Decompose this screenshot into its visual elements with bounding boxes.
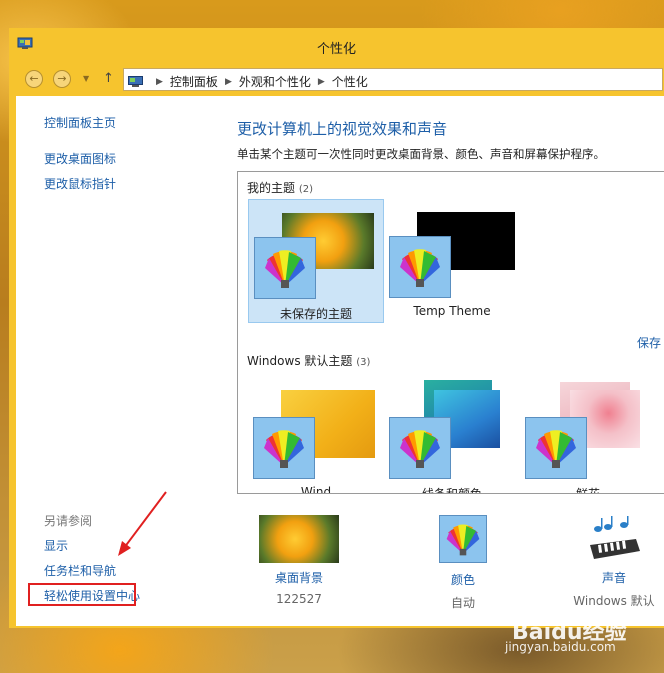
sound-value: Windows 默认: [573, 594, 655, 608]
color-palette-icon: [389, 417, 451, 479]
breadcrumb-item[interactable]: 个性化: [332, 73, 368, 90]
theme-name: 鲜花: [575, 487, 600, 494]
control-panel-icon: [128, 75, 143, 87]
title-bar[interactable]: 个性化: [9, 28, 664, 62]
color-value: 自动: [450, 596, 475, 610]
address-bar: ← → ▼ ↑ ▶ 控制面板 ▶ 外观和个性化 ▶ 个性化: [9, 62, 664, 96]
color-setting[interactable]: 颜色 自动: [403, 515, 523, 611]
save-theme-link[interactable]: 保存: [637, 334, 661, 351]
sidebar-link-display[interactable]: 显示: [44, 537, 68, 554]
forward-arrow-icon[interactable]: →: [53, 70, 71, 88]
desktop-background-label: 桌面背景: [274, 571, 323, 585]
sidebar-link-mouse-pointers[interactable]: 更改鼠标指针: [44, 175, 116, 192]
color-palette-icon: [525, 417, 587, 479]
theme-tile-temp[interactable]: Temp Theme: [384, 199, 520, 323]
recent-pages-dropdown-icon[interactable]: ▼: [83, 74, 89, 83]
breadcrumb-item[interactable]: 控制面板: [170, 73, 218, 90]
sound-setting[interactable]: 声音 Windows 默认: [554, 515, 664, 609]
color-palette-icon: [439, 515, 487, 563]
desktop-background-thumbnail: [259, 515, 339, 563]
theme-name: 线条和颜色: [421, 487, 482, 494]
highlight-box: [28, 583, 136, 606]
theme-name: 未保存的主题: [279, 307, 352, 321]
theme-tile-unsaved[interactable]: 未保存的主题: [248, 199, 384, 323]
up-arrow-icon[interactable]: ↑: [103, 71, 114, 86]
color-palette-icon: [253, 417, 315, 479]
sidebar-link-taskbar-navigation[interactable]: 任务栏和导航: [44, 562, 116, 579]
chevron-right-icon: ▶: [156, 76, 163, 87]
sound-keyboard-icon: [590, 516, 640, 559]
breadcrumb-item[interactable]: 外观和个性化: [239, 73, 311, 90]
theme-name: Temp Theme: [413, 304, 491, 318]
default-themes-title: Windows 默认主题 (3): [247, 354, 371, 368]
content-area: 控制面板主页 更改桌面图标 更改鼠标指针 另请参阅 显示 任务栏和导航 轻松使用…: [16, 96, 664, 626]
desktop-background-value: 122527: [276, 592, 322, 606]
page-description: 单击某个主题可一次性同时更改桌面背景、颜色、声音和屏幕保护程序。: [237, 147, 605, 161]
chevron-right-icon: ▶: [317, 76, 325, 87]
color-label: 颜色: [450, 573, 475, 587]
back-arrow-icon[interactable]: ←: [25, 70, 43, 88]
sidebar-link-desktop-icons[interactable]: 更改桌面图标: [44, 150, 116, 167]
theme-name: Wind: [300, 485, 332, 494]
breadcrumb[interactable]: ▶ 控制面板 ▶ 外观和个性化 ▶ 个性化: [123, 68, 663, 91]
theme-tile-windows[interactable]: Wind: [248, 372, 384, 494]
my-themes-title: 我的主题 (2): [247, 181, 314, 195]
see-also-title: 另请参阅: [44, 514, 93, 528]
sound-label: 声音: [601, 571, 626, 585]
color-palette-icon: [254, 237, 316, 299]
watermark-url: jingyan.baidu.com: [505, 640, 616, 654]
color-palette-icon: [389, 236, 451, 298]
sidebar-link-home[interactable]: 控制面板主页: [44, 114, 116, 131]
theme-list[interactable]: 我的主题 (2) 未保存的主题 Temp Theme Windows 默认主题 …: [237, 171, 664, 494]
theme-tile-flowers[interactable]: 鲜花: [520, 372, 656, 494]
desktop-background-setting[interactable]: 桌面背景 122527: [239, 515, 359, 606]
page-title: 更改计算机上的视觉效果和声音: [237, 120, 448, 138]
theme-tile-lines-colors[interactable]: 线条和颜色: [384, 372, 520, 494]
personalization-window: 个性化 ← → ▼ ↑ ▶ 控制面板 ▶ 外观和个性化 ▶ 个性化 控制面板主页…: [9, 28, 664, 628]
chevron-right-icon: ▶: [224, 76, 232, 87]
window-title: 个性化: [316, 42, 356, 57]
